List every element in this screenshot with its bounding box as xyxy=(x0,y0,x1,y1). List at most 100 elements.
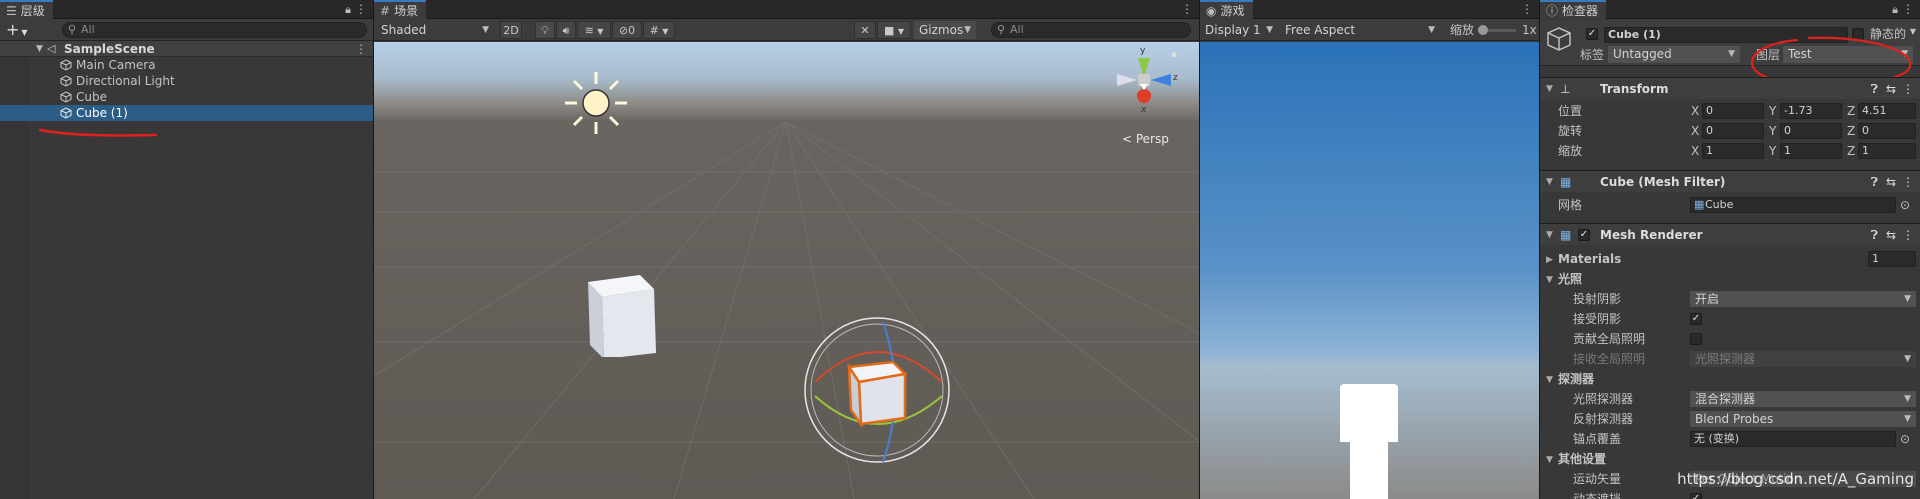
rotation-y-field[interactable]: 0 xyxy=(1780,123,1842,139)
mesh-renderer-enabled-checkbox[interactable]: ✓ xyxy=(1578,229,1590,241)
aspect-dropdown[interactable]: Free Aspect ▼ xyxy=(1280,21,1440,39)
fold-arrow-icon[interactable]: ▼ xyxy=(1546,371,1553,389)
more-icon[interactable]: ⋮ xyxy=(355,0,367,19)
position-x-field[interactable]: 0 xyxy=(1702,103,1764,119)
gizmos-dropdown[interactable]: Gizmos ▼ xyxy=(914,21,976,39)
materials-row[interactable]: ▶ Materials 1 xyxy=(1540,250,1920,268)
game-viewport[interactable] xyxy=(1200,42,1539,499)
tools-button[interactable]: ✕ xyxy=(854,21,876,39)
tab-hierarchy[interactable]: ☰ 层级 xyxy=(0,0,53,19)
fold-arrow-right-icon[interactable]: ▶ xyxy=(1546,251,1553,269)
mesh-filter-header[interactable]: ▼ ▦ Cube (Mesh Filter) ❓︎ ⇆ ⋮ xyxy=(1540,170,1920,192)
more-icon[interactable]: ⋮ xyxy=(1521,0,1533,19)
fold-arrow-icon[interactable]: ▼ xyxy=(1546,224,1553,246)
rotation-z-field[interactable]: 0 xyxy=(1858,123,1916,139)
hierarchy-search-input[interactable]: ⚲ All xyxy=(62,22,367,38)
orientation-gizmo[interactable]: y z x ▪ xyxy=(1109,46,1179,128)
help-icon[interactable]: ❓︎ xyxy=(1871,224,1878,246)
preset-icon[interactable]: ⇆ xyxy=(1886,171,1896,193)
tab-scene[interactable]: # 场景 xyxy=(374,0,427,19)
probes-section[interactable]: ▼ 探测器 xyxy=(1540,370,1920,388)
scale-x-field[interactable]: 1 xyxy=(1702,143,1764,159)
lighting-section[interactable]: ▼ 光照 xyxy=(1540,270,1920,288)
shading-mode-dropdown[interactable]: Shaded ▼ xyxy=(376,21,494,39)
effects-dropdown[interactable]: ≋ ▼ xyxy=(577,21,611,39)
component-more-icon[interactable]: ⋮ xyxy=(1902,171,1914,193)
preset-icon[interactable]: ⇆ xyxy=(1886,78,1896,100)
scale-slider-thumb[interactable] xyxy=(1478,25,1488,35)
mesh-renderer-icon: ▦ xyxy=(1560,228,1572,242)
preset-icon[interactable]: ⇆ xyxy=(1886,224,1896,246)
wrench-icon: ✕ xyxy=(860,24,870,37)
more-icon[interactable]: ⋮ xyxy=(1181,0,1193,19)
scene-row[interactable]: ▼ ◁ SampleScene ⋮ xyxy=(0,41,373,57)
selected-cube-rotate-gizmo[interactable] xyxy=(797,312,957,472)
anchor-override-field[interactable]: 无 (变换) xyxy=(1690,431,1896,447)
mesh-icon: ▦ xyxy=(1694,198,1705,211)
transform-header[interactable]: ▼ ⊥ Transform ❓︎ ⇆ ⋮ xyxy=(1540,77,1920,99)
dynamic-occlusion-checkbox[interactable]: ✓ xyxy=(1690,493,1702,499)
scale-y-field[interactable]: 1 xyxy=(1780,143,1842,159)
other-settings-section[interactable]: ▼ 其他设置 xyxy=(1540,450,1920,468)
rotation-x-field[interactable]: 0 xyxy=(1702,123,1764,139)
chevron-down-icon: ▼ xyxy=(1904,414,1911,424)
gameobject-icon xyxy=(60,75,72,87)
more-icon[interactable]: ⋮ xyxy=(1902,0,1914,19)
audio-toggle-button[interactable]: 🔊︎ xyxy=(556,21,576,39)
tab-game[interactable]: ◉ 游戏 xyxy=(1200,0,1253,19)
mesh-object-field[interactable]: ▦ Cube xyxy=(1690,197,1896,213)
list-item[interactable]: Cube xyxy=(0,89,373,105)
hidden-objects-button[interactable]: ⊘0 xyxy=(612,21,642,39)
gameobject-icon xyxy=(60,91,72,103)
tag-dropdown[interactable]: Untagged ▼ xyxy=(1608,46,1740,63)
light-probes-row: 光照探测器 混合探测器 ▼ xyxy=(1540,390,1920,408)
cast-shadows-dropdown[interactable]: 开启 ▼ xyxy=(1690,291,1916,307)
component-more-icon[interactable]: ⋮ xyxy=(1902,224,1914,246)
lighting-toggle-button[interactable]: 💡︎ xyxy=(535,21,555,39)
grid-snap-dropdown[interactable]: # ▼ xyxy=(643,21,675,39)
mesh-renderer-header[interactable]: ▼ ▦ ✓ Mesh Renderer ❓︎ ⇆ ⋮ xyxy=(1540,223,1920,245)
lock-icon[interactable]: ▪ xyxy=(1171,50,1177,60)
list-item[interactable]: Main Camera xyxy=(0,57,373,73)
component-more-icon[interactable]: ⋮ xyxy=(1902,78,1914,100)
lock-icon[interactable]: 🔒︎ xyxy=(1892,0,1898,19)
chevron-down-icon: ▼ xyxy=(597,27,604,36)
scene-viewport[interactable]: y z x ▪ < Persp xyxy=(374,42,1199,499)
watermark: https://blog.csdn.net/A_Gaming xyxy=(1677,470,1914,488)
scale-z-field[interactable]: 1 xyxy=(1858,143,1916,159)
object-picker-icon[interactable]: ⊙ xyxy=(1900,430,1910,448)
scene-search-input[interactable]: ⚲ All xyxy=(991,22,1191,38)
scale-slider[interactable] xyxy=(1478,25,1516,35)
camera-dropdown[interactable]: ■ ▼ xyxy=(877,21,911,39)
scene-more-icon[interactable]: ⋮ xyxy=(355,41,367,57)
position-z-field[interactable]: 4.51 xyxy=(1858,103,1916,119)
display-dropdown[interactable]: Display 1 ▼ xyxy=(1200,21,1278,39)
position-y-field[interactable]: -1.73 xyxy=(1780,103,1842,119)
reflection-probes-dropdown[interactable]: Blend Probes ▼ xyxy=(1690,411,1916,427)
contribute-gi-checkbox[interactable] xyxy=(1690,333,1702,345)
help-icon[interactable]: ❓︎ xyxy=(1871,171,1878,193)
chevron-down-icon: ▼ xyxy=(897,27,905,36)
list-item[interactable]: Directional Light xyxy=(0,73,373,89)
active-checkbox[interactable]: ✓ xyxy=(1586,28,1598,40)
scale-value: 1x xyxy=(1522,23,1537,37)
cube-object[interactable] xyxy=(578,267,668,357)
object-picker-icon[interactable]: ⊙ xyxy=(1900,196,1910,214)
fold-arrow-icon[interactable]: ▼ xyxy=(1546,171,1553,193)
fold-arrow-icon[interactable]: ▼ xyxy=(1546,271,1553,289)
z-label: Z xyxy=(1847,144,1856,158)
tab-inspector[interactable]: ⓘ 检查器 xyxy=(1540,0,1607,19)
help-icon[interactable]: ❓︎ xyxy=(1871,78,1878,100)
materials-count-field[interactable]: 1 xyxy=(1868,251,1916,267)
game-cube-render xyxy=(1340,384,1398,442)
projection-label[interactable]: < Persp xyxy=(1122,132,1169,146)
receive-shadows-checkbox[interactable]: ✓ xyxy=(1690,313,1702,325)
lock-icon[interactable]: 🔒︎ xyxy=(345,0,351,19)
fold-arrow-icon[interactable]: ▼ xyxy=(1546,78,1553,100)
list-item-selected[interactable]: Cube (1) xyxy=(0,105,373,121)
mode-2d-button[interactable]: 2D xyxy=(500,21,522,39)
search-icon: ⚲ xyxy=(68,23,77,36)
fold-arrow-icon[interactable]: ▼ xyxy=(1546,451,1553,469)
fold-arrow-icon[interactable]: ▼ xyxy=(36,41,43,57)
light-probes-dropdown[interactable]: 混合探测器 ▼ xyxy=(1690,391,1916,407)
